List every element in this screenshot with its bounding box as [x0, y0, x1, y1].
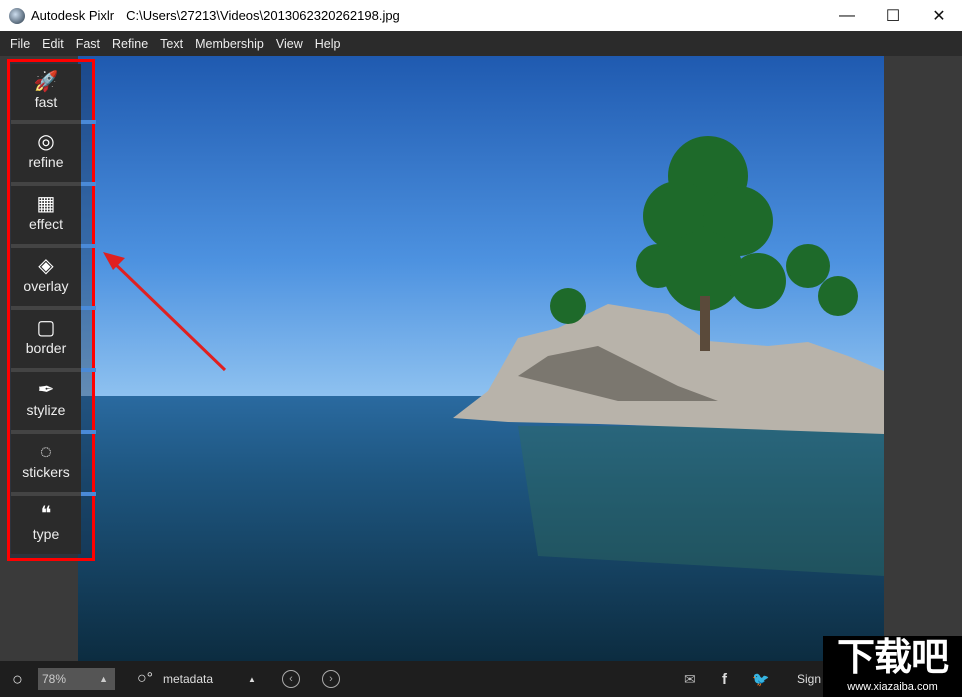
tool-label: refine [28, 154, 64, 170]
layers-icon: ◈ [38, 255, 54, 277]
tool-label: overlay [23, 278, 69, 294]
menu-view[interactable]: View [270, 37, 309, 51]
twitter-icon[interactable]: 🐦 [752, 661, 769, 697]
tool-label: fast [34, 94, 58, 110]
tool-fast[interactable]: 🚀 fast [11, 64, 81, 122]
feather-icon: ✒ [37, 379, 55, 401]
tool-stickers[interactable]: ◌ stickers [11, 434, 81, 492]
menu-refine[interactable]: Refine [106, 37, 154, 51]
menu-edit[interactable]: Edit [36, 37, 70, 51]
annotation-arrow [103, 252, 227, 372]
menu-file[interactable]: File [4, 37, 36, 51]
menu-fast[interactable]: Fast [70, 37, 106, 51]
facebook-icon[interactable]: f [722, 661, 727, 697]
title-bar: Autodesk Pixlr C:\Users\27213\Videos\201… [0, 0, 962, 31]
tool-effect[interactable]: ▦ effect [11, 186, 81, 244]
sticker-icon: ◌ [40, 441, 52, 463]
bottom-bar: ○ 78% ▲ ○° metadata ▲ ‹ › ✉ f 🐦 Sign [0, 661, 962, 697]
tool-refine[interactable]: ◎ refine [11, 124, 81, 182]
email-icon[interactable]: ✉ [684, 661, 696, 697]
minimize-button[interactable]: — [824, 0, 870, 31]
sea-reflection [518, 426, 884, 576]
app-name: Autodesk Pixlr [31, 8, 115, 23]
metadata-button[interactable]: metadata [163, 661, 213, 697]
previous-button[interactable]: ‹ [282, 661, 300, 697]
refine-icon: ◎ [37, 131, 55, 153]
sign-in-button[interactable]: Sign [797, 661, 821, 697]
tree-trunk [700, 296, 710, 351]
menu-bar: File Edit Fast Refine Text Membership Vi… [0, 31, 962, 56]
watermark-title: 下载吧 [836, 637, 949, 679]
metadata-toggle-icon[interactable]: ▲ [248, 661, 256, 697]
tool-label: stylize [26, 402, 66, 418]
tool-sidebar: 🚀 fast ◎ refine ▦ effect ◈ overlay ▢ border ✒… [7, 59, 96, 561]
menu-help[interactable]: Help [309, 37, 347, 51]
next-button[interactable]: › [322, 661, 340, 697]
menu-membership[interactable]: Membership [189, 37, 270, 51]
border-icon: ▢ [36, 317, 56, 339]
tool-label: stickers [22, 464, 70, 480]
watermark-logo: 下载吧 www.xiazaiba.com [823, 636, 962, 697]
app-icon [9, 7, 25, 24]
close-button[interactable]: ✕ [916, 0, 962, 31]
metadata-icon[interactable]: ○° [137, 661, 153, 697]
maximize-button[interactable]: ☐ [870, 0, 916, 31]
rocket-icon: 🚀 [33, 71, 59, 93]
chevron-up-icon: ▲ [99, 674, 108, 684]
tool-border[interactable]: ▢ border [11, 310, 81, 368]
canvas-margin-right [884, 56, 962, 661]
tool-label: effect [29, 216, 63, 232]
tool-stylize[interactable]: ✒ stylize [11, 372, 81, 430]
tool-overlay[interactable]: ◈ overlay [11, 248, 81, 306]
tool-label: type [32, 526, 60, 542]
zoom-value: 78% [42, 672, 67, 686]
chevron-left-icon: ‹ [282, 670, 300, 688]
quote-icon: ❝ [40, 503, 52, 525]
zoom-icon[interactable]: ○ [12, 661, 23, 697]
tool-label: border [25, 340, 67, 356]
film-icon: ▦ [36, 193, 56, 215]
chevron-right-icon: › [322, 670, 340, 688]
file-path: C:\Users\27213\Videos\2013062320262198.j… [126, 8, 400, 23]
watermark-url: www.xiazaiba.com [847, 681, 938, 693]
tool-type[interactable]: ❝ type [11, 496, 81, 554]
menu-text[interactable]: Text [154, 37, 189, 51]
zoom-select[interactable]: 78% ▲ [38, 668, 115, 690]
